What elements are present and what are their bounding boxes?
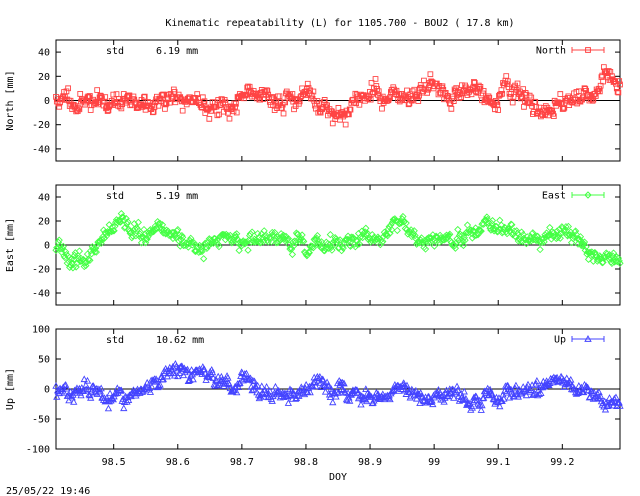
y-tick-label: -40 — [32, 144, 50, 155]
std-label: std — [106, 335, 124, 346]
legend-label: North — [536, 46, 566, 57]
y-axis-label: North [mm] — [5, 70, 16, 130]
y-tick-label: 0 — [44, 96, 50, 107]
series-markers — [53, 64, 623, 128]
x-tick-label: 98.8 — [294, 457, 318, 468]
x-tick-label: 99 — [428, 457, 440, 468]
y-tick-label: 50 — [38, 355, 50, 366]
std-value: 6.19 mm — [156, 46, 198, 57]
y-tick-label: -100 — [26, 445, 50, 456]
panel-up: -100 -50 0 50 100 98.5 98.6 98.7 98.8 98.9 99 99.1 9… — [5, 325, 624, 483]
x-axis-label: DOY — [329, 472, 347, 483]
panel-east: -40 -20 0 20 40 East [mm] std 5.19 mm East — [5, 184, 624, 306]
chart-title: Kinematic repeatability (L) for 1105.700… — [165, 18, 514, 29]
y-tick-label: 20 — [38, 72, 50, 83]
x-tick-label: 99.1 — [486, 457, 510, 468]
series-east — [52, 209, 624, 272]
series-up — [52, 360, 624, 413]
series-north — [53, 64, 623, 128]
legend-label: East — [542, 191, 566, 202]
y-tick-label: 100 — [32, 325, 50, 336]
std-label: std — [106, 191, 124, 202]
footer-timestamp: 25/05/22 19:46 — [6, 486, 90, 496]
x-tick-label: 98.7 — [230, 457, 254, 468]
panel-north: -40 -20 0 20 40 North [mm] std 6.19 mm North — [5, 39, 623, 162]
y-tick-label: 40 — [38, 48, 50, 59]
y-tick-label: -50 — [32, 415, 50, 426]
y-tick-label: 0 — [44, 241, 50, 252]
y-tick-label: 40 — [38, 193, 50, 204]
y-tick-label: -40 — [32, 289, 50, 300]
series-markers — [52, 209, 624, 272]
std-value: 5.19 mm — [156, 191, 198, 202]
y-axis-label: Up [mm] — [5, 368, 16, 410]
x-tick-label: 99.2 — [550, 457, 574, 468]
y-tick-label: -20 — [32, 265, 50, 276]
x-tick-label: 98.6 — [166, 457, 190, 468]
x-tick-label: 98.5 — [102, 457, 126, 468]
x-tick-label: 98.9 — [358, 457, 382, 468]
std-label: std — [106, 46, 124, 57]
legend-label: Up — [554, 335, 566, 346]
series-markers — [52, 360, 624, 413]
y-tick-label: -20 — [32, 120, 50, 131]
repeatability-chart: Kinematic repeatability (L) for 1105.700… — [5, 18, 624, 496]
y-tick-label: 0 — [44, 385, 50, 396]
y-axis-label: East [mm] — [5, 218, 16, 272]
std-value: 10.62 mm — [156, 335, 204, 346]
y-tick-label: 20 — [38, 217, 50, 228]
